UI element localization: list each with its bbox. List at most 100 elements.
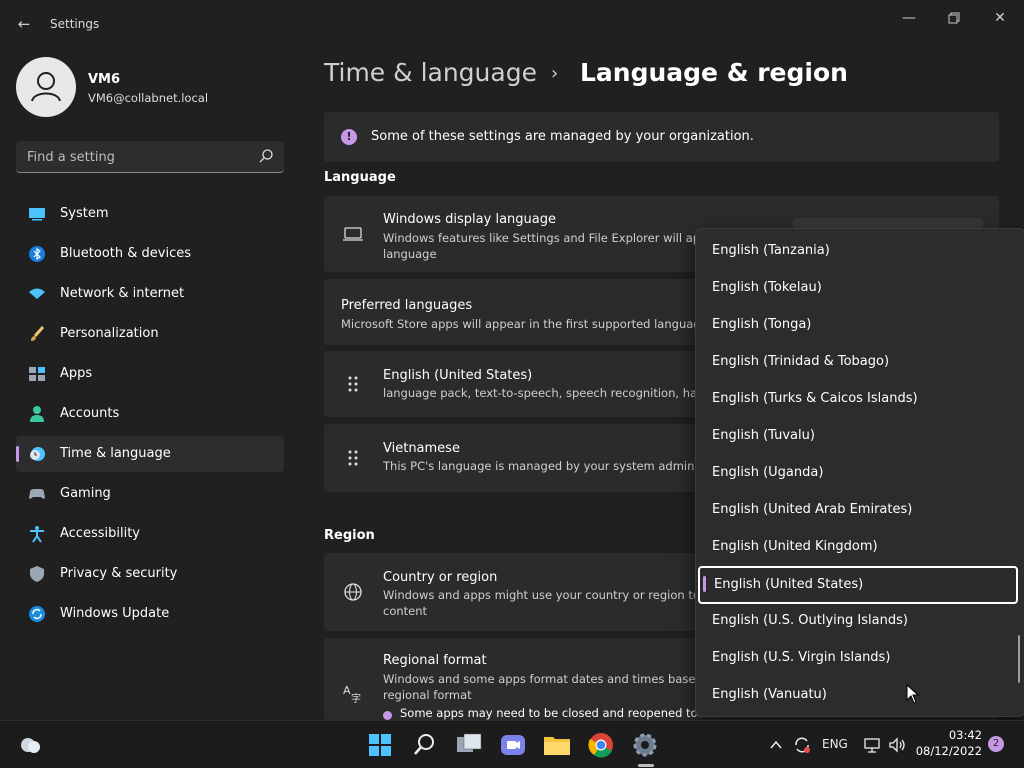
section-header-region: Region bbox=[324, 528, 375, 543]
search-input[interactable] bbox=[16, 141, 259, 173]
sidebar-item-accessibility[interactable]: Accessibility bbox=[16, 516, 284, 552]
active-app-indicator bbox=[638, 764, 654, 767]
card-subtitle: language pack, text-to-speech, speech re… bbox=[383, 386, 722, 400]
dropdown-option-selected[interactable]: English (United States) bbox=[698, 566, 1018, 604]
dropdown-option[interactable]: English (U.S. Outlying Islands) bbox=[698, 604, 1018, 639]
chrome-icon[interactable] bbox=[585, 729, 617, 761]
chevron-up-icon[interactable] bbox=[768, 737, 784, 753]
shield-icon bbox=[30, 566, 44, 582]
card-subtitle: Windows and apps might use your country … bbox=[383, 588, 711, 602]
dropdown-option[interactable]: English (U.S. Virgin Islands) bbox=[698, 641, 1018, 676]
card-title: Windows display language bbox=[383, 212, 556, 227]
weather-icon[interactable] bbox=[14, 729, 46, 761]
sidebar-item-windows-update[interactable]: Windows Update bbox=[16, 596, 284, 632]
svg-text:字: 字 bbox=[351, 692, 361, 704]
card-subtitle: content bbox=[383, 604, 428, 618]
sidebar-item-label: Privacy & security bbox=[60, 566, 178, 581]
dropdown-option[interactable]: English (Vanuatu) bbox=[698, 678, 1018, 713]
dropdown-option[interactable]: English (Tanzania) bbox=[698, 234, 1018, 269]
sidebar-item-gaming[interactable]: Gaming bbox=[16, 476, 284, 512]
sidebar-item-bluetooth[interactable]: Bluetooth & devices bbox=[16, 236, 284, 272]
drag-handle-icon[interactable] bbox=[342, 373, 364, 395]
dropdown-option[interactable]: English (United Arab Emirates) bbox=[698, 493, 1018, 528]
warning-dot-icon bbox=[383, 711, 392, 720]
card-title: Regional format bbox=[383, 653, 487, 668]
user-name: VM6 bbox=[88, 72, 121, 87]
search-icon[interactable] bbox=[409, 729, 441, 761]
card-subtitle: Windows features like Settings and File … bbox=[383, 231, 722, 245]
task-view-icon[interactable] bbox=[453, 729, 485, 761]
settings-icon[interactable] bbox=[629, 729, 661, 761]
gaming-icon bbox=[29, 489, 45, 499]
search-box[interactable] bbox=[16, 141, 284, 173]
svg-text:A: A bbox=[343, 684, 351, 697]
sidebar-item-network[interactable]: Network & internet bbox=[16, 276, 284, 312]
maximize-button[interactable] bbox=[944, 8, 964, 28]
start-icon[interactable] bbox=[364, 729, 396, 761]
drag-handle-icon[interactable] bbox=[342, 447, 364, 469]
notification-badge[interactable]: 2 bbox=[988, 736, 1004, 752]
brush-icon bbox=[31, 326, 45, 341]
restore-icon bbox=[948, 12, 960, 24]
card-subtitle: Windows and some apps format dates and t… bbox=[383, 672, 714, 686]
sidebar-item-personalization[interactable]: Personalization bbox=[16, 316, 284, 352]
file-explorer-icon[interactable] bbox=[541, 729, 573, 761]
clock[interactable]: 03:42 08/12/2022 bbox=[910, 727, 982, 759]
dropdown-option[interactable]: English (United Kingdom) bbox=[698, 530, 1018, 565]
card-title: Country or region bbox=[383, 570, 498, 585]
card-subtitle: This PC's language is managed by your sy… bbox=[383, 459, 695, 473]
dropdown-scrollbar[interactable] bbox=[1018, 635, 1020, 683]
selection-indicator bbox=[703, 576, 706, 592]
sidebar-item-system[interactable]: System bbox=[16, 196, 284, 232]
network-monitor-icon[interactable] bbox=[862, 735, 882, 755]
sidebar-item-label: Apps bbox=[60, 366, 93, 381]
minimize-button[interactable]: — bbox=[899, 8, 919, 28]
teams-chat-icon[interactable] bbox=[497, 729, 529, 761]
laptop-icon bbox=[343, 227, 363, 241]
sidebar-item-label: Bluetooth & devices bbox=[60, 246, 191, 261]
dropdown-option[interactable]: English (Turks & Caicos Islands) bbox=[698, 382, 1018, 417]
sidebar-item-label: Gaming bbox=[60, 486, 111, 501]
sidebar-item-privacy[interactable]: Privacy & security bbox=[16, 556, 284, 592]
user-icon bbox=[31, 72, 61, 102]
language-dropdown-list[interactable]: English (Tanzania) English (Tokelau) Eng… bbox=[695, 228, 1024, 717]
accounts-icon bbox=[30, 406, 44, 422]
update-icon bbox=[29, 606, 45, 622]
globe-icon bbox=[344, 583, 362, 601]
card-title: English (United States) bbox=[383, 368, 533, 383]
sidebar-item-label: Network & internet bbox=[60, 286, 185, 301]
apps-icon bbox=[29, 367, 45, 381]
search-icon[interactable] bbox=[258, 148, 274, 164]
close-button[interactable]: ✕ bbox=[990, 8, 1010, 28]
dropdown-option[interactable]: English (Tonga) bbox=[698, 308, 1018, 343]
card-subtitle: language bbox=[383, 247, 437, 261]
avatar[interactable] bbox=[16, 57, 76, 117]
dropdown-option[interactable]: English (Tokelau) bbox=[698, 271, 1018, 306]
card-title: Preferred languages bbox=[341, 298, 473, 313]
volume-icon[interactable] bbox=[887, 735, 907, 755]
clock-date: 08/12/2022 bbox=[915, 744, 982, 758]
banner-text: Some of these settings are managed by yo… bbox=[371, 129, 754, 144]
breadcrumb-separator: › bbox=[551, 63, 559, 84]
dropdown-option[interactable]: English (Tuvalu) bbox=[698, 419, 1018, 454]
breadcrumb-parent[interactable]: Time & language bbox=[324, 58, 537, 87]
sidebar-item-apps[interactable]: Apps bbox=[16, 356, 284, 392]
dropdown-option[interactable]: English (Uganda) bbox=[698, 456, 1018, 491]
sidebar-item-label: Accessibility bbox=[60, 526, 140, 541]
sidebar-item-label: Time & language bbox=[60, 446, 171, 461]
back-arrow-icon[interactable]: ← bbox=[14, 14, 34, 34]
clock-time: 03:42 bbox=[948, 728, 982, 742]
info-icon: ! bbox=[341, 129, 357, 145]
card-title: Vietnamese bbox=[383, 441, 460, 456]
time-language-icon bbox=[30, 447, 45, 461]
app-title: Settings bbox=[50, 17, 100, 31]
mouse-cursor-icon bbox=[906, 684, 920, 704]
sync-icon[interactable] bbox=[792, 735, 812, 755]
sidebar-item-accounts[interactable]: Accounts bbox=[16, 396, 284, 432]
card-subtitle: regional format bbox=[383, 688, 472, 702]
sidebar-item-time-language[interactable]: Time & language bbox=[16, 436, 284, 472]
sidebar-item-label: System bbox=[60, 206, 109, 221]
title-bar: ← Settings — ✕ bbox=[0, 0, 1024, 48]
dropdown-option[interactable]: English (Trinidad & Tobago) bbox=[698, 345, 1018, 380]
input-language-indicator[interactable]: ENG bbox=[822, 737, 848, 751]
